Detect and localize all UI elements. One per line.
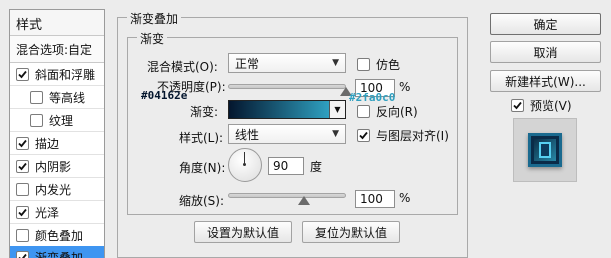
ok-button[interactable]: 确定 <box>490 13 601 35</box>
gradient-start-color-annotation: #04162e <box>141 89 188 102</box>
style-list-title: 样式 <box>10 10 104 36</box>
new-style-button[interactable]: 新建样式(W)... <box>490 70 601 92</box>
checkbox-contour[interactable] <box>30 90 43 104</box>
make-default-button[interactable]: 设置为默认值 <box>194 221 292 243</box>
style-item-color-overlay[interactable]: 颜色叠加 <box>10 224 104 247</box>
style-item-label: 斜面和浮雕 <box>35 67 96 82</box>
gradient-group-title: 渐变 <box>137 30 168 47</box>
scale-slider-thumb[interactable] <box>297 196 310 205</box>
style-select[interactable]: 线性 ▼ <box>228 124 346 144</box>
chevron-down-icon[interactable]: ▼ <box>329 101 345 118</box>
dither-label: 仿色 <box>376 58 401 72</box>
scale-value: 100 <box>360 192 383 206</box>
gradient-picker[interactable]: ▼ <box>228 100 346 119</box>
chevron-down-icon: ▼ <box>332 58 339 68</box>
angle-unit: 度 <box>310 160 323 174</box>
style-item-label: 内阴影 <box>35 159 72 174</box>
style-item-stroke[interactable]: 描边 <box>10 132 104 155</box>
reverse-label: 反向(R) <box>376 105 418 119</box>
style-preview <box>513 118 577 182</box>
cancel-button[interactable]: 取消 <box>490 41 601 63</box>
opacity-unit: % <box>399 80 411 94</box>
blend-mode-label: 混合模式(O): <box>147 60 218 74</box>
checkbox-stroke[interactable] <box>16 136 29 150</box>
checkbox-texture[interactable] <box>30 113 43 127</box>
checkbox-gradient-overlay[interactable] <box>16 250 29 258</box>
scale-slider[interactable] <box>228 193 346 207</box>
style-item-inner-shadow[interactable]: 内阴影 <box>10 155 104 178</box>
style-value: 线性 <box>235 127 260 142</box>
gradient-overlay-title: 渐变叠加 <box>127 10 182 27</box>
checkbox-satin[interactable] <box>16 205 29 219</box>
opacity-slider-track <box>228 84 346 89</box>
angle-input[interactable]: 90 <box>268 157 304 175</box>
checkbox-reverse[interactable] <box>357 105 370 118</box>
angle-label: 角度(N): <box>179 161 226 175</box>
gradient-label: 渐变: <box>190 105 219 119</box>
style-item-label: 等高线 <box>49 90 86 105</box>
gradient-preview[interactable] <box>229 101 329 118</box>
reset-default-button[interactable]: 复位为默认值 <box>302 221 400 243</box>
style-item-label: 纹理 <box>49 113 74 128</box>
angle-dial[interactable] <box>228 148 262 182</box>
blend-mode-value: 正常 <box>235 56 260 71</box>
dial-center <box>243 163 246 166</box>
style-item-label: 光泽 <box>35 205 60 220</box>
checkbox-align-layer[interactable] <box>357 129 370 142</box>
scale-label: 缩放(S): <box>179 194 225 208</box>
checkbox-bevel-emboss[interactable] <box>16 67 29 81</box>
reverse-option[interactable]: 反向(R) <box>357 103 418 120</box>
align-layer-option[interactable]: 与图层对齐(I) <box>357 127 449 144</box>
angle-value: 90 <box>273 159 289 173</box>
blend-mode-select[interactable]: 正常 ▼ <box>228 53 346 73</box>
style-item-bevel-emboss[interactable]: 斜面和浮雕 <box>10 63 104 86</box>
preview-thumbnail <box>528 133 562 167</box>
style-item-contour[interactable]: 等高线 <box>10 86 104 109</box>
style-item-label: 颜色叠加 <box>35 228 84 243</box>
style-list: 样式 混合选项:自定 斜面和浮雕 等高线 纹理 描边 内阴影 内发光 光泽 颜色… <box>9 9 105 258</box>
style-item-label: 描边 <box>35 136 60 151</box>
dither-option[interactable]: 仿色 <box>357 56 400 73</box>
preview-option[interactable]: 预览(V) <box>511 97 572 114</box>
chevron-down-icon: ▼ <box>332 129 339 139</box>
checkbox-preview[interactable] <box>511 99 524 112</box>
scale-input[interactable]: 100 <box>355 190 395 208</box>
style-item-label: 内发光 <box>35 182 72 197</box>
style-item-label: 渐变叠加 <box>35 250 84 258</box>
checkbox-inner-glow[interactable] <box>16 182 29 196</box>
checkbox-dither[interactable] <box>357 58 370 71</box>
scale-slider-track <box>228 193 346 198</box>
scale-unit: % <box>399 191 411 205</box>
style-item-inner-glow[interactable]: 内发光 <box>10 178 104 201</box>
checkbox-inner-shadow[interactable] <box>16 159 29 173</box>
preview-inner-shape <box>539 142 551 158</box>
align-layer-label: 与图层对齐(I) <box>376 129 449 143</box>
style-item-satin[interactable]: 光泽 <box>10 201 104 224</box>
opacity-slider[interactable] <box>228 84 352 98</box>
blend-options-item[interactable]: 混合选项:自定 <box>10 36 104 63</box>
style-item-gradient-overlay[interactable]: 渐变叠加 <box>10 246 104 258</box>
preview-label: 预览(V) <box>530 99 572 113</box>
checkbox-color-overlay[interactable] <box>16 228 29 242</box>
style-label: 样式(L): <box>179 131 224 145</box>
style-item-texture[interactable]: 纹理 <box>10 109 104 132</box>
